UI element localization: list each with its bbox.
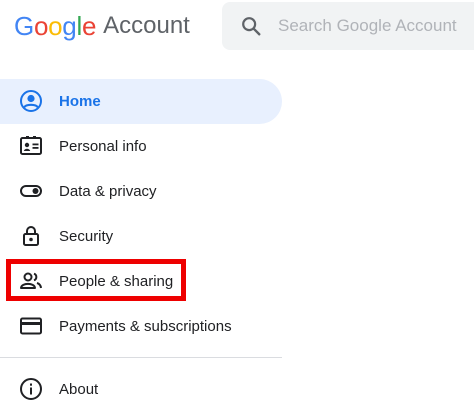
logo-letter: o: [33, 10, 49, 41]
nav-item-personal-info[interactable]: Personal info: [0, 124, 282, 169]
logo-letter: o: [48, 10, 63, 41]
nav-item-home[interactable]: Home: [0, 79, 282, 124]
nav-label-security: Security: [59, 228, 114, 245]
logo-letter: G: [14, 10, 34, 41]
nav-label-personal-info: Personal info: [59, 138, 147, 155]
credit-card-icon: [20, 317, 42, 335]
google-wordmark: Google: [14, 11, 96, 42]
logo-letter: e: [81, 10, 97, 41]
logo-letter: g: [62, 10, 77, 41]
account-circle-icon: [20, 90, 42, 112]
nav-item-about[interactable]: About: [0, 367, 282, 412]
info-icon: [20, 378, 42, 400]
nav-item-payments[interactable]: Payments & subscriptions: [0, 304, 282, 349]
nav-label-payments: Payments & subscriptions: [59, 318, 232, 335]
search-bar[interactable]: [222, 2, 474, 50]
side-nav: Home Personal info Data & privacy Securi…: [0, 79, 282, 412]
nav-label-about: About: [59, 381, 99, 398]
toggle-icon: [20, 185, 42, 197]
highlight-box: [6, 259, 186, 301]
header: Google Account: [0, 0, 474, 70]
nav-item-data-privacy[interactable]: Data & privacy: [0, 169, 282, 214]
nav-item-security[interactable]: Security: [0, 214, 282, 259]
nav-label-home: Home: [59, 93, 101, 110]
search-icon[interactable]: [240, 15, 262, 37]
nav-label-data-privacy: Data & privacy: [59, 183, 157, 200]
nav-divider: [0, 357, 282, 358]
id-card-icon: [20, 136, 42, 155]
search-input[interactable]: [278, 2, 474, 50]
logo-product-name: Account: [103, 12, 190, 39]
google-account-logo[interactable]: Google Account: [14, 6, 190, 46]
lock-icon: [23, 226, 39, 246]
